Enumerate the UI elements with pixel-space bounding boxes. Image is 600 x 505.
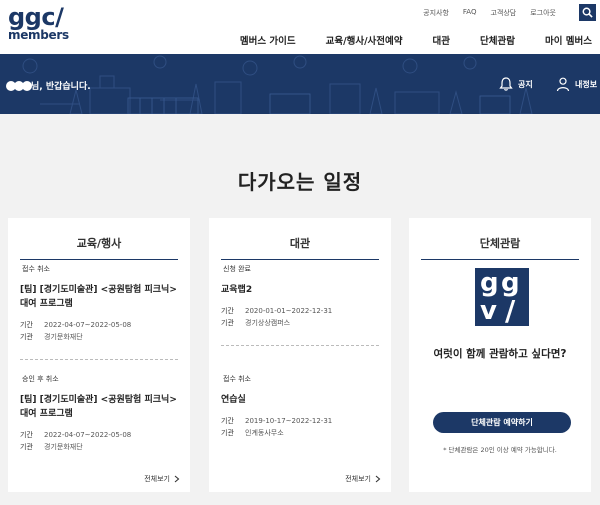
- list-item[interactable]: 신청 완료 교육랩2 기간 2020-01-01~2022-12-31 기관 경기상…: [221, 264, 381, 329]
- util-faq-link[interactable]: FAQ: [463, 8, 477, 18]
- education-view-all-link[interactable]: 전체보기: [144, 474, 180, 484]
- nav-group-tour[interactable]: 단체관람: [480, 33, 515, 47]
- item-title-line: 교육랩2: [221, 285, 253, 295]
- item-title-line: [팀] [경기도미술관] <공원탐험 피크닉>: [20, 285, 177, 295]
- group-tour-promo: 여럿이 함께 관람하고 싶다면?: [433, 348, 567, 360]
- logo-letter: v: [480, 296, 497, 326]
- divider: [20, 359, 178, 360]
- chevron-right-icon: [375, 475, 381, 483]
- item-title: 교육랩2: [221, 283, 381, 297]
- period-value: 2022-04-07~2022-05-08: [44, 321, 132, 329]
- org-label: 기관: [20, 333, 33, 341]
- org-label: 기관: [20, 443, 33, 451]
- nav-my-members[interactable]: 마이 멤버스: [545, 33, 592, 47]
- view-all-label: 전체보기: [345, 475, 371, 483]
- period-value: 2020-01-01~2022-12-31: [245, 307, 333, 315]
- item-title: 연습실: [221, 393, 381, 407]
- item-title-line: [팀] [경기도미술관] <공원탐험 피크닉>: [20, 395, 177, 405]
- site-logo[interactable]: ggc/ members: [8, 3, 74, 46]
- logo-letter: g: [480, 268, 499, 298]
- org-value: 인계동사무소: [245, 429, 284, 437]
- status-badge: 승인 후 취소: [22, 375, 59, 383]
- education-card-title: 교육/행사: [20, 228, 178, 260]
- logo-letter: /: [505, 294, 516, 327]
- period-label: 기간: [20, 321, 33, 329]
- main-nav: 멤버스 가이드 교육/행사/사전예약 대관 단체관람 마이 멤버스: [240, 33, 592, 47]
- group-tour-note: * 단체관람은 20인 이상 예약 가능합니다.: [443, 446, 557, 454]
- item-meta: 기간 2020-01-01~2022-12-31 기관 경기상상캠퍼스: [221, 305, 381, 329]
- nav-guide[interactable]: 멤버스 가이드: [240, 33, 296, 47]
- section-title: 다가오는 일정: [237, 170, 363, 194]
- org-value: 경기상상캠퍼스: [245, 319, 291, 327]
- org-label: 기관: [221, 429, 234, 437]
- status-badge: 접수 취소: [22, 265, 50, 273]
- period-label: 기간: [221, 417, 234, 425]
- item-meta: 기간 2019-10-17~2022-12-31 기관 인계동사무소: [221, 415, 381, 439]
- utility-links: 공지사항 FAQ 고객상담 로그아웃: [423, 8, 556, 18]
- group-tour-reserve-button[interactable]: 단체관람 예약하기: [433, 412, 571, 433]
- bell-icon: [499, 77, 513, 91]
- masked-username: [6, 80, 32, 91]
- util-notice-link[interactable]: 공지사항: [423, 8, 449, 18]
- item-title: [팀] [경기도미술관] <공원탐험 피크닉> 대여 프로그램: [20, 283, 180, 311]
- greeting-text: 님, 반갑습니다.: [31, 82, 91, 92]
- org-value: 경기문화재단: [44, 443, 83, 451]
- logo-members: members: [8, 28, 69, 42]
- period-value: 2022-04-07~2022-05-08: [44, 431, 132, 439]
- search-button[interactable]: [579, 4, 596, 21]
- util-support-link[interactable]: 고객상담: [490, 8, 516, 18]
- list-item[interactable]: 접수 취소 [팀] [경기도미술관] <공원탐험 피크닉> 대여 프로그램 기간…: [20, 264, 180, 343]
- education-card: 교육/행사 접수 취소 [팀] [경기도미술관] <공원탐험 피크닉> 대여 프…: [8, 218, 190, 492]
- item-meta: 기간 2022-04-07~2022-05-08 기관 경기문화재단: [20, 429, 180, 453]
- item-title-line: 연습실: [221, 395, 246, 405]
- nav-rental[interactable]: 대관: [433, 33, 450, 47]
- ggv-logo: g g v /: [475, 268, 529, 327]
- banner-notice-button[interactable]: 공지: [498, 76, 533, 92]
- welcome-banner: 님, 반갑습니다. 공지 내정보: [0, 54, 600, 114]
- org-value: 경기문화재단: [44, 333, 83, 341]
- divider: [221, 345, 379, 346]
- item-title-line: 대여 프로그램: [20, 299, 73, 309]
- header: ggc/ members 공지사항 FAQ 고객상담 로그아웃 멤버스 가이드 …: [0, 0, 600, 54]
- org-label: 기관: [221, 319, 234, 327]
- item-meta: 기간 2022-04-07~2022-05-08 기관 경기문화재단: [20, 319, 180, 343]
- greeting: 님, 반갑습니다.: [6, 79, 91, 92]
- banner-notice-label: 공지: [518, 79, 533, 89]
- status-badge: 신청 완료: [223, 265, 251, 273]
- item-title: [팀] [경기도미술관] <공원탐험 피크닉> 대여 프로그램: [20, 393, 180, 421]
- period-label: 기간: [20, 431, 33, 439]
- nav-education[interactable]: 교육/행사/사전예약: [326, 33, 403, 47]
- period-label: 기간: [221, 307, 234, 315]
- item-title-line: 대여 프로그램: [20, 409, 73, 419]
- group-tour-card-title: 단체관람: [421, 228, 579, 260]
- search-icon: [582, 7, 593, 18]
- util-logout-link[interactable]: 로그아웃: [530, 8, 556, 18]
- list-item[interactable]: 승인 후 취소 [팀] [경기도미술관] <공원탐험 피크닉> 대여 프로그램 …: [20, 374, 180, 453]
- logo-ggc: ggc/: [8, 3, 64, 31]
- status-badge: 접수 취소: [223, 375, 251, 383]
- rental-card-title: 대관: [221, 228, 379, 260]
- user-icon: [556, 77, 570, 92]
- rental-view-all-link[interactable]: 전체보기: [345, 474, 381, 484]
- banner-myinfo-label: 내정보: [575, 79, 598, 89]
- list-item[interactable]: 접수 취소 연습실 기간 2019-10-17~2022-12-31 기관 인계동사…: [221, 374, 381, 439]
- group-tour-card: 단체관람 g g v / 여럿이 함께 관람하고 싶다면? 단체관람 예약하기 …: [409, 218, 591, 492]
- view-all-label: 전체보기: [144, 475, 170, 483]
- banner-myinfo-button[interactable]: 내정보: [555, 76, 597, 92]
- rental-card: 대관 신청 완료 교육랩2 기간 2020-01-01~2022-12-31 기관…: [209, 218, 391, 492]
- chevron-right-icon: [174, 475, 180, 483]
- period-value: 2019-10-17~2022-12-31: [245, 417, 333, 425]
